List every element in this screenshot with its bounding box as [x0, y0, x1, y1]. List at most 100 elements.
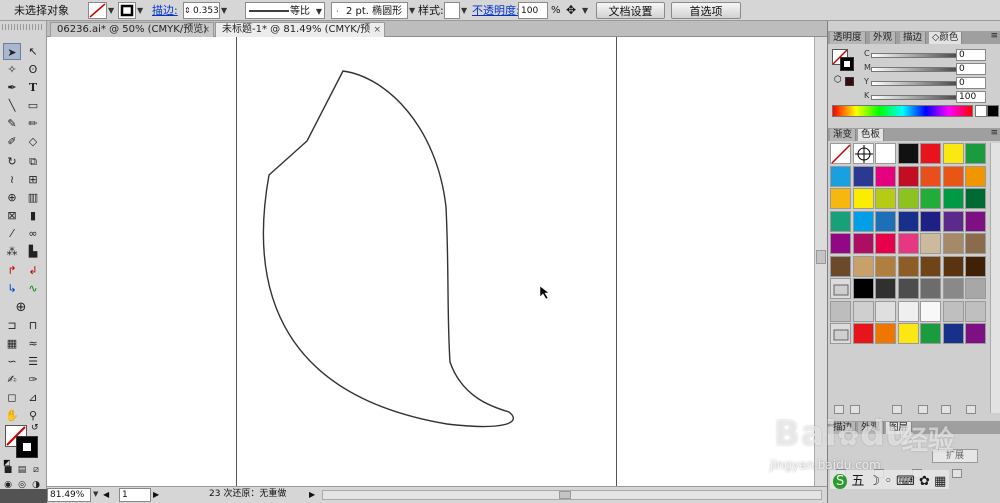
eyedropper-tool-icon[interactable]: ⁄	[3, 225, 21, 242]
graphic-style-swatch[interactable]	[444, 2, 460, 19]
crosshair-target-icon[interactable]: ⊕	[12, 299, 30, 316]
color-swatch[interactable]	[942, 188, 964, 209]
warp-tool-icon[interactable]: ≀	[3, 171, 21, 188]
color-swatch[interactable]	[965, 165, 986, 187]
blue-anchor-tool-icon[interactable]: ↳	[3, 280, 21, 297]
color-swatch[interactable]	[875, 323, 896, 344]
tab-close-icon[interactable]: ×	[202, 23, 210, 37]
c-value-input[interactable]: 0	[956, 49, 986, 61]
stroke-indicator[interactable]	[16, 436, 38, 458]
color-swatch[interactable]	[830, 188, 851, 209]
free-transform-tool-icon[interactable]: ⊞	[24, 171, 42, 188]
white-ramp-swatch[interactable]	[975, 105, 987, 117]
color-swatch[interactable]	[875, 255, 896, 277]
color-swatch[interactable]	[875, 165, 896, 187]
color-swatch[interactable]	[920, 165, 941, 187]
vertical-scrollbar[interactable]	[814, 37, 827, 486]
expand-button[interactable]: 扩展	[932, 449, 978, 463]
curves-tool-icon[interactable]: ≈	[24, 335, 42, 352]
color-swatch[interactable]	[942, 165, 964, 187]
red-anchor-tool-icon[interactable]: ↱	[3, 262, 21, 279]
eraser-tool-icon[interactable]: ◇	[24, 133, 42, 150]
color-swatch[interactable]	[920, 278, 941, 299]
horizontal-scrollbar[interactable]	[322, 490, 822, 500]
pencil-tool-icon[interactable]: ✏	[24, 115, 42, 132]
brush-dropdown-icon[interactable]: ▼	[409, 2, 415, 19]
color-swatch[interactable]	[852, 323, 874, 344]
fill-dropdown-icon[interactable]: ▼	[108, 2, 114, 19]
color-swatch[interactable]	[852, 188, 874, 209]
color-swatch[interactable]	[852, 233, 874, 254]
gradient-tool-icon[interactable]: ▮	[24, 207, 42, 224]
color-swatch[interactable]	[852, 255, 874, 277]
green-curve-tool-icon[interactable]: ∿	[24, 280, 42, 297]
color-swatch[interactable]	[897, 323, 919, 344]
rectangle-tool-icon[interactable]: ▭	[24, 97, 42, 114]
style-dropdown-icon[interactable]: ▼	[461, 2, 467, 19]
layer-option-icon[interactable]	[874, 469, 884, 478]
measure-tool-icon[interactable]: ✑	[24, 371, 42, 388]
none-swatch[interactable]	[830, 143, 851, 164]
mesh-tool-icon[interactable]: ⊠	[3, 207, 21, 224]
stroke-label[interactable]: 描边:	[152, 2, 178, 19]
color-swatch[interactable]	[942, 300, 964, 322]
artboard-alt-tool-icon[interactable]: ◻	[3, 389, 21, 406]
color-swatch[interactable]	[942, 210, 964, 232]
artboard-canvas[interactable]	[47, 37, 827, 486]
color-swatch[interactable]	[897, 233, 919, 254]
color-swatch[interactable]	[897, 188, 919, 209]
color-swatch[interactable]	[875, 210, 896, 232]
swatch-library-icon[interactable]	[834, 405, 844, 414]
y-value-input[interactable]: 0	[956, 77, 986, 89]
color-swatch[interactable]	[920, 143, 941, 164]
blob-brush-tool-icon[interactable]: ✐	[3, 133, 21, 150]
stroke-swatch[interactable]	[118, 2, 136, 19]
color-swatch[interactable]	[920, 255, 941, 277]
color-swatch[interactable]	[965, 300, 986, 322]
leaf-shape-drawing[interactable]	[47, 37, 827, 486]
color-swatch[interactable]	[965, 278, 986, 299]
status-menu-icon[interactable]: ▶	[309, 488, 315, 502]
color-swatch[interactable]	[942, 233, 964, 254]
zoom-tool-icon[interactable]: ⚲	[24, 407, 42, 424]
color-swatch[interactable]	[897, 278, 919, 299]
color-swatch[interactable]	[942, 323, 964, 344]
color-swatch[interactable]	[830, 165, 851, 187]
tab-close-icon[interactable]: ×	[373, 23, 381, 37]
color-swatch[interactable]	[965, 255, 986, 277]
color-swatch[interactable]	[852, 278, 874, 299]
tab-layers[interactable]: 图层	[886, 422, 913, 434]
tab-appearance-2[interactable]: 外观	[858, 422, 885, 434]
scroll-thumb[interactable]	[559, 491, 571, 499]
color-swatch[interactable]	[965, 210, 986, 232]
color-swatch[interactable]	[852, 165, 874, 187]
preferences-button[interactable]: 首选项	[671, 2, 741, 19]
opacity-label[interactable]: 不透明度:	[472, 2, 520, 19]
swatch-scrollbar[interactable]	[990, 143, 1000, 413]
color-group-folder[interactable]	[830, 278, 851, 299]
m-value-input[interactable]: 0	[956, 63, 986, 75]
color-spectrum-bar[interactable]	[832, 105, 973, 117]
color-swatch[interactable]	[897, 143, 919, 164]
color-swatch[interactable]	[875, 300, 896, 322]
shape-builder-tool-icon[interactable]: ⊕	[3, 189, 21, 206]
color-swatch[interactable]	[965, 233, 986, 254]
red-curve-tool-icon[interactable]: ↲	[24, 262, 42, 279]
draw-behind-icon[interactable]: ◎	[16, 477, 28, 494]
first-page-icon[interactable]: ◀	[103, 488, 109, 502]
color-swatch[interactable]	[965, 323, 986, 344]
layer-option-icon[interactable]	[836, 469, 846, 478]
color-swatch[interactable]	[875, 188, 896, 209]
color-swatch[interactable]	[830, 233, 851, 254]
opacity-input[interactable]: 100	[518, 2, 548, 19]
rotate-tool-icon[interactable]: ↻	[3, 153, 21, 170]
tab-untitled-1[interactable]: 未标题-1* @ 81.49% (CMYK/预览) ×	[215, 22, 385, 49]
k-value-input[interactable]: 100	[956, 91, 986, 103]
registration-swatch[interactable]	[852, 143, 874, 164]
color-stroke-proxy[interactable]	[840, 57, 854, 71]
chart-tool-icon[interactable]: ▦	[3, 335, 21, 352]
zoom-input[interactable]: 81.49%	[47, 488, 91, 502]
page-input[interactable]: 1	[119, 488, 151, 502]
color-swatch[interactable]	[830, 255, 851, 277]
recolor-dropdown-icon[interactable]: ▼	[582, 2, 588, 19]
